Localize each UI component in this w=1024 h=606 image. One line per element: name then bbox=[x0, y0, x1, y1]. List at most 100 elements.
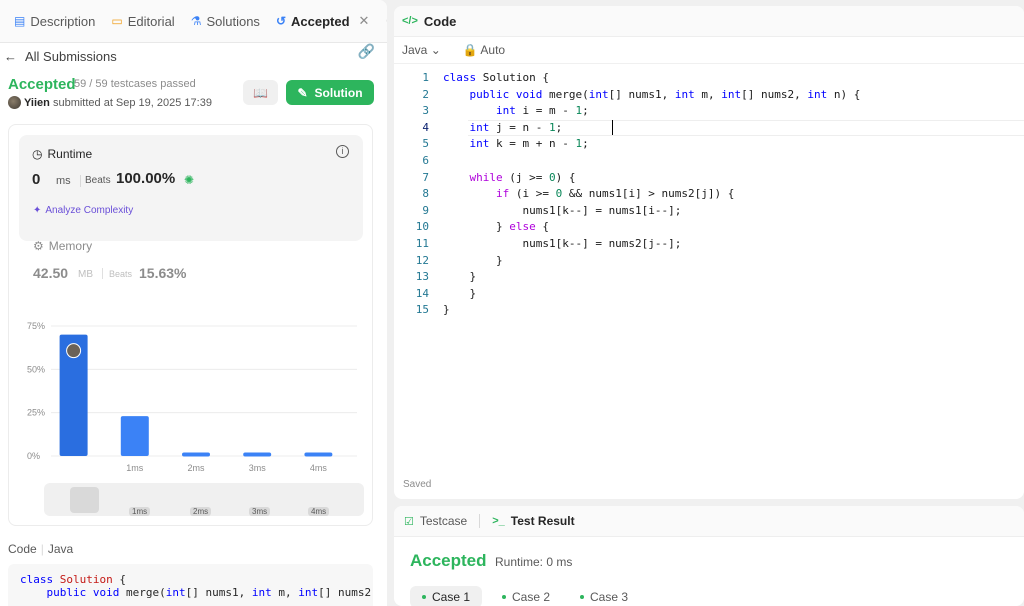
info-icon[interactable]: i bbox=[336, 145, 349, 158]
line-text: nums1[k--] = nums2[j--]; bbox=[443, 236, 682, 250]
auto-mode[interactable]: 🔒 Auto bbox=[463, 43, 505, 57]
text-caret bbox=[612, 119, 613, 135]
line-text: class Solution { bbox=[443, 71, 549, 84]
code-line: 12 } bbox=[394, 253, 1024, 270]
memory-beats-label: Beats bbox=[109, 269, 133, 279]
line-text: } bbox=[443, 286, 477, 300]
tab-submissions[interactable]: ↺ S bbox=[377, 0, 387, 42]
line-text: while (j >= 0) { bbox=[469, 170, 576, 184]
minimap-label: 2ms bbox=[190, 507, 212, 516]
analyze-complexity-link[interactable]: ✦ Analyze Complexity bbox=[33, 205, 133, 216]
slider-thumb[interactable] bbox=[70, 487, 99, 513]
code-text-area[interactable]: 1 class Solution {2 public void merge(int… bbox=[394, 70, 1024, 319]
checkbox-icon: ☑ bbox=[404, 515, 414, 528]
all-submissions-link[interactable]: ← All Submissions bbox=[4, 43, 117, 69]
close-icon[interactable]: ✕ bbox=[359, 13, 370, 29]
notes-button[interactable]: 📖 bbox=[243, 80, 278, 105]
result-status: Accepted bbox=[410, 551, 487, 570]
line-text: if (i >= 0 && nums1[i] > nums2[j]) { bbox=[495, 187, 735, 201]
tab-description[interactable]: ▤ Description bbox=[6, 0, 103, 42]
line-number: 8 bbox=[422, 187, 429, 201]
code-line: 14 } bbox=[394, 286, 1024, 303]
case-tab-2[interactable]: Case 2 bbox=[490, 586, 562, 606]
runtime-beats-value: 100.00% bbox=[116, 170, 176, 187]
code-line: 2 public void merge(int[] nums1, int m, … bbox=[394, 87, 1024, 104]
code-label: Code bbox=[8, 542, 37, 556]
runtime-title-label: Runtime bbox=[47, 147, 93, 161]
case-tab-3[interactable]: Case 3 bbox=[568, 586, 640, 606]
line-number: 14 bbox=[415, 286, 429, 300]
line-text: int k = m + n - 1; bbox=[469, 137, 589, 151]
all-submissions-label: All Submissions bbox=[25, 48, 117, 64]
code-line: 8 if (i >= 0 && nums1[i] > nums2[j]) { bbox=[394, 186, 1024, 203]
editor-header: </> Code bbox=[394, 6, 1024, 37]
share-link-icon[interactable]: 🔗 bbox=[358, 43, 375, 60]
document-icon: ▤ bbox=[14, 14, 26, 28]
case-label: Case 1 bbox=[432, 590, 471, 604]
tab-editorial[interactable]: ▭ Editorial bbox=[103, 0, 182, 42]
tab-accepted[interactable]: ↺ Accepted ✕ bbox=[268, 0, 378, 42]
tab-solutions-label: Solutions bbox=[206, 13, 260, 29]
line-text: } bbox=[443, 303, 450, 317]
book-icon: ▭ bbox=[111, 14, 123, 28]
avatar[interactable] bbox=[8, 96, 21, 109]
line-number: 9 bbox=[422, 203, 429, 217]
line-number: 2 bbox=[422, 87, 429, 101]
tab-solutions[interactable]: ⚗ Solutions bbox=[183, 0, 268, 42]
y-tick-label: 50% bbox=[27, 364, 45, 374]
tab-divider bbox=[479, 514, 481, 528]
line-text: int i = m - 1; bbox=[495, 104, 589, 118]
line-text: } bbox=[443, 270, 477, 284]
code-line: 9 nums1[k--] = nums1[i--]; bbox=[394, 203, 1024, 220]
code-line: 5 int k = m + n - 1; bbox=[394, 136, 1024, 153]
runtime-box[interactable]: ◷ Runtime i 0 ms Beats 100.00% ✺ ✦ Analy… bbox=[19, 135, 363, 241]
result-runtime: Runtime: 0 ms bbox=[495, 555, 573, 569]
history-icon: ↺ bbox=[385, 14, 387, 28]
analyze-complexity-label: Analyze Complexity bbox=[45, 205, 134, 216]
edit-icon: ✎ bbox=[297, 85, 308, 100]
tab-test-result[interactable]: >_ Test Result bbox=[492, 514, 574, 528]
language-label: Java bbox=[402, 43, 428, 57]
username[interactable]: Yiien bbox=[24, 97, 50, 109]
pass-dot-icon bbox=[422, 595, 426, 599]
x-tick-label: 1ms bbox=[126, 463, 144, 473]
bar-1ms[interactable] bbox=[120, 416, 149, 456]
memory-title[interactable]: ⚙ Memory bbox=[33, 239, 92, 253]
bar-3ms[interactable] bbox=[243, 452, 272, 457]
submission-meta: Yiien submitted at Sep 19, 2025 17:39 bbox=[24, 97, 212, 109]
language-select[interactable]: Java ⌄ bbox=[402, 43, 441, 57]
code-line: 10 } else { bbox=[394, 219, 1024, 236]
code-icon: </> bbox=[402, 15, 418, 27]
solution-button[interactable]: ✎ Solution bbox=[286, 80, 374, 105]
y-tick-label: 0% bbox=[27, 451, 40, 461]
tab-editorial-label: Editorial bbox=[127, 13, 175, 29]
divider bbox=[102, 268, 103, 279]
code-preview-line: public void merge(int[] nums1, int m, in… bbox=[46, 586, 372, 599]
result-panel: ☑ Testcase >_ Test Result Accepted Runti… bbox=[394, 506, 1024, 606]
divider bbox=[80, 175, 81, 187]
saved-status: Saved bbox=[403, 479, 432, 490]
y-tick-label: 25% bbox=[27, 408, 45, 418]
terminal-icon: >_ bbox=[492, 515, 505, 527]
memory-title-label: Memory bbox=[48, 239, 93, 253]
chart-range-slider[interactable]: 1ms 2ms 3ms 4ms bbox=[44, 483, 364, 516]
line-number: 11 bbox=[415, 236, 429, 250]
tab-testcase[interactable]: ☑ Testcase bbox=[404, 514, 467, 528]
runtime-beats-label: Beats bbox=[85, 175, 111, 186]
code-lang: Java bbox=[47, 542, 74, 556]
minimap-label: 1ms bbox=[129, 507, 151, 516]
memory-unit: MB bbox=[78, 269, 93, 280]
bar-2ms[interactable] bbox=[182, 452, 210, 457]
code-preview: class Solution { public void merge(int[]… bbox=[8, 564, 373, 606]
line-number: 6 bbox=[422, 153, 429, 167]
x-tick-label: 3ms bbox=[249, 463, 267, 473]
case-tab-1[interactable]: Case 1 bbox=[410, 586, 483, 606]
code-line: 4 int j = n - 1; bbox=[394, 119, 1024, 137]
runtime-unit: ms bbox=[56, 175, 71, 187]
code-line: 11 nums1[k--] = nums2[j--]; bbox=[394, 236, 1024, 253]
bar-4ms[interactable] bbox=[304, 452, 333, 457]
flask-icon: ⚗ bbox=[190, 14, 202, 28]
arrow-left-icon: ← bbox=[4, 48, 17, 64]
runtime-value: 0 bbox=[32, 171, 41, 188]
line-number: 5 bbox=[422, 137, 429, 151]
